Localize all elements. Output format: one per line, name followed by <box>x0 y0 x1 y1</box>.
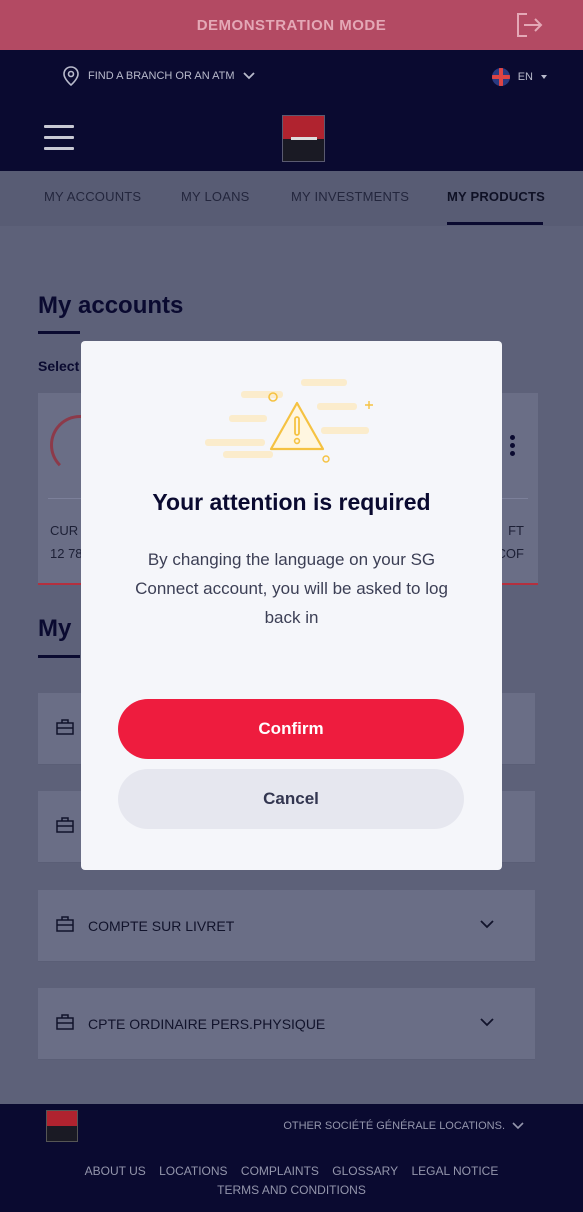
briefcase-icon <box>56 719 74 735</box>
language-selector[interactable]: EN <box>491 68 547 86</box>
product-item-cpte-ordinaire[interactable]: CPTE ORDINAIRE PERS.PHYSIQUE <box>38 988 535 1060</box>
tab-my-loans[interactable]: MY LOANS <box>181 189 250 204</box>
briefcase-icon <box>56 1014 74 1030</box>
account-type-label: CUR <box>50 523 79 538</box>
footer-logo[interactable] <box>46 1110 78 1142</box>
chevron-down-icon[interactable] <box>479 1014 495 1030</box>
footer-link-complaints[interactable]: COMPLAINTS <box>241 1164 319 1178</box>
footer-link-about-us[interactable]: ABOUT US <box>85 1164 146 1178</box>
footer: OTHER SOCIÉTÉ GÉNÉRALE LOCATIONS. ABOUT … <box>0 1104 583 1212</box>
dialog-message: By changing the language on your SG Conn… <box>135 550 448 627</box>
caret-down-icon <box>541 75 547 79</box>
footer-links: ABOUT US LOCATIONS COMPLAINTS GLOSSARY L… <box>0 1162 583 1200</box>
main-header <box>0 103 583 171</box>
chevron-down-icon <box>512 1122 524 1130</box>
hamburger-menu-icon[interactable] <box>44 125 74 151</box>
language-change-dialog: Your attention is required By changing t… <box>81 341 502 870</box>
language-label: EN <box>517 71 533 83</box>
product-item-compte-sur-livret[interactable]: COMPTE SUR LIVRET <box>38 890 535 962</box>
dialog-title: Your attention is required <box>152 489 431 515</box>
other-locations-link[interactable]: OTHER SOCIÉTÉ GÉNÉRALE LOCATIONS. <box>283 1120 505 1132</box>
products-title: My <box>38 615 72 642</box>
uk-flag-icon <box>491 68 510 86</box>
footer-link-legal-notice[interactable]: LEGAL NOTICE <box>411 1164 498 1178</box>
logout-icon[interactable] <box>515 11 545 39</box>
find-branch-label: FIND A BRANCH OR AN ATM <box>88 70 235 82</box>
footer-link-locations[interactable]: LOCATIONS <box>159 1164 227 1178</box>
societe-generale-logo[interactable] <box>282 115 325 162</box>
chevron-down-icon[interactable] <box>479 916 495 932</box>
demo-mode-text: DEMONSTRATION MODE <box>196 16 387 34</box>
product-tabs: MY ACCOUNTS MY LOANS MY INVESTMENTS MY P… <box>0 171 583 226</box>
accounts-title-underline <box>38 331 80 334</box>
briefcase-icon <box>56 817 74 833</box>
footer-link-terms[interactable]: TERMS AND CONDITIONS <box>217 1183 366 1197</box>
account-balance: 12 78 <box>50 546 83 561</box>
footer-link-glossary[interactable]: GLOSSARY <box>332 1164 398 1178</box>
product-label: COMPTE SUR LIVRET <box>88 918 235 934</box>
tab-my-accounts[interactable]: MY ACCOUNTS <box>44 189 141 204</box>
active-tab-indicator <box>447 222 543 225</box>
products-title-underline <box>38 655 80 658</box>
demo-mode-banner: DEMONSTRATION MODE <box>0 0 583 50</box>
select-label: Select <box>38 358 80 374</box>
briefcase-icon <box>56 916 74 932</box>
more-options-icon[interactable] <box>510 435 516 459</box>
product-label: CPTE ORDINAIRE PERS.PHYSIQUE <box>88 1016 326 1032</box>
confirm-button[interactable]: Confirm <box>118 699 464 759</box>
cancel-button[interactable]: Cancel <box>118 769 464 829</box>
overdraft-label: FT <box>508 523 524 538</box>
accounts-title: My accounts <box>38 292 184 319</box>
tab-my-investments[interactable]: MY INVESTMENTS <box>291 189 409 204</box>
top-links-bar: FIND A BRANCH OR AN ATM EN <box>0 50 583 103</box>
chevron-down-icon <box>242 72 255 80</box>
location-pin-icon <box>63 66 79 86</box>
tab-my-products[interactable]: MY PRODUCTS <box>447 189 545 204</box>
app-page: DEMONSTRATION MODE FIND A BRANCH OR AN A… <box>0 0 583 1212</box>
find-branch-link[interactable]: FIND A BRANCH OR AN ATM <box>62 66 255 86</box>
warning-illustration-icon <box>205 379 373 463</box>
